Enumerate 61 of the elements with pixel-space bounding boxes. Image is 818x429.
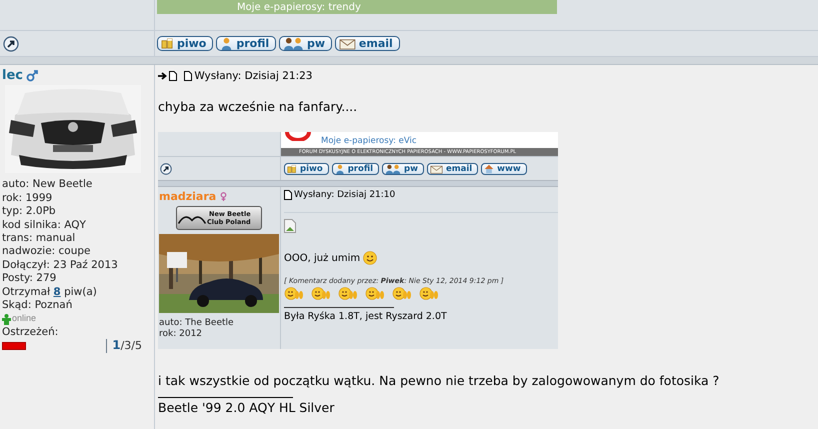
www-button[interactable]: www <box>481 162 527 174</box>
clapping-smiley-icon <box>365 287 385 300</box>
male-sign-icon <box>26 70 38 82</box>
warning-bar <box>2 342 26 350</box>
beer-button[interactable]: piwo <box>284 162 329 174</box>
post-text: OOO, już umim <box>284 252 360 264</box>
post-date: Wysłany: Dzisiaj 21:10 <box>294 190 396 200</box>
post-text: chyba za wcześnie na fanfary.... <box>158 99 358 114</box>
broken-image-icon <box>284 219 296 233</box>
profile-field: auto: The Beetle <box>159 318 280 329</box>
online-figure-icon <box>2 314 11 325</box>
banner-text: Moje e-papierosy: eVic <box>321 135 417 146</box>
profile-field: Posty: 279 <box>2 272 154 286</box>
location: Skąd: Poznań <box>2 299 74 312</box>
post-date: Wysłany: Dzisiaj 21:23 <box>194 70 312 82</box>
signature-banner: Moje e-papierosy: trendy <box>157 0 557 14</box>
back-to-top-icon[interactable] <box>3 36 19 52</box>
two-people-icon <box>385 164 402 174</box>
profile-button[interactable]: profil <box>216 36 276 51</box>
profile-field: rok: 1999 <box>2 192 154 206</box>
arrow-icon[interactable] <box>158 72 167 80</box>
email-button[interactable]: email <box>426 162 478 174</box>
pm-button[interactable]: pw <box>279 36 332 51</box>
clapping-smiley-icon <box>311 287 331 300</box>
clapping-smiley-icon <box>419 287 439 300</box>
email-button[interactable]: email <box>335 36 400 51</box>
online-status: online <box>12 312 36 326</box>
female-sign-icon <box>219 192 228 201</box>
author-name[interactable]: lec <box>2 69 23 82</box>
clapping-smiley-icon <box>392 287 412 300</box>
signature: Była Ryśka 1.8T, jest Ryszard 2.0T <box>284 311 448 322</box>
profile-field: Dołączył: 23 Paź 2013 <box>2 258 154 272</box>
profile-field: kod silnika: AQY <box>2 218 154 232</box>
clapping-smiley-icon <box>338 287 358 300</box>
beer-count-link[interactable]: 8 <box>53 286 61 298</box>
profile-field: nadwozie: coupe <box>2 245 154 259</box>
arc-logo-icon <box>285 132 311 141</box>
profile-field: typ: 2.0Pb <box>2 205 154 219</box>
back-to-top-icon[interactable] <box>160 162 172 174</box>
envelope-icon <box>430 164 443 174</box>
warnings-label: Ostrzeżeń: <box>2 326 60 340</box>
beer-button[interactable]: piwo <box>157 36 214 51</box>
signature: Beetle '99 2.0 AQY HL Silver <box>158 400 336 415</box>
smiley-icon <box>363 251 378 265</box>
profile-field: trans: manual <box>2 232 154 246</box>
person-icon <box>220 37 234 50</box>
profile-field: rok: 2012 <box>159 329 280 340</box>
post-icon <box>284 190 292 200</box>
envelope-icon <box>339 37 356 50</box>
person-icon <box>334 164 345 174</box>
pm-button[interactable]: pw <box>382 162 424 174</box>
beers-received: Otrzymał 8 piw(a) <box>2 286 98 300</box>
beer-mugs-icon <box>161 37 174 50</box>
house-icon <box>484 164 494 174</box>
profile-button[interactable]: profil <box>332 162 380 174</box>
warning-count: 1/3/5 <box>106 339 142 353</box>
two-people-icon <box>283 37 304 50</box>
post-text: i tak wszystkie od początku wątku. Na pewno nie trzeba by zalogowowanym do fotosika ? <box>158 373 720 388</box>
clapping-smiley-icon <box>284 287 304 300</box>
beer-mugs-icon <box>287 164 297 174</box>
profile-field: auto: New Beetle <box>2 178 154 192</box>
